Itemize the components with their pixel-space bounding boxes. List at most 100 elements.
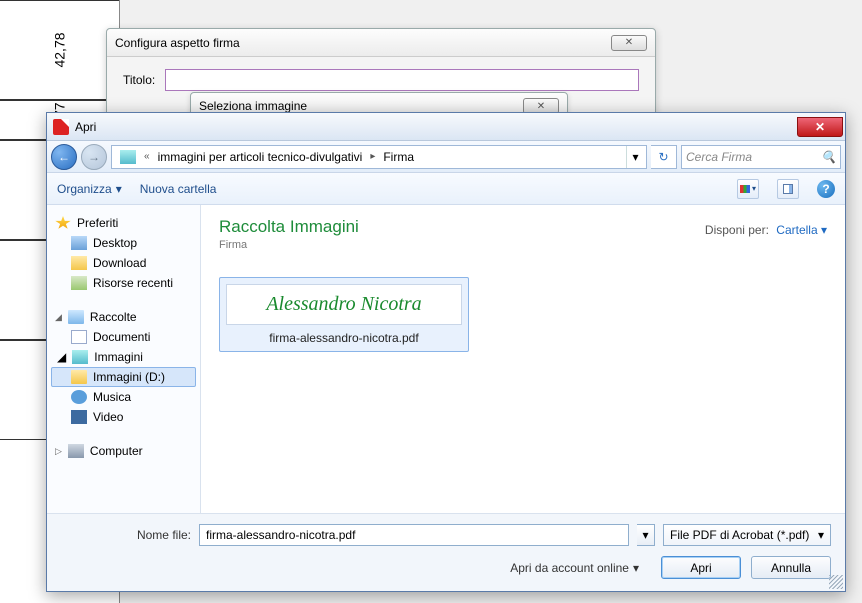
sidebar-item-images-d[interactable]: Immagini (D:) <box>51 367 196 387</box>
search-placeholder: Cerca Firma <box>686 150 752 164</box>
filename-input[interactable] <box>199 524 629 546</box>
sidebar-item-documents[interactable]: Documenti <box>51 327 196 347</box>
organize-label: Organizza <box>57 182 112 196</box>
star-icon <box>55 216 71 230</box>
pdf-icon <box>53 119 69 135</box>
chevron-right-icon: ▸ <box>370 151 375 162</box>
open-online-account-dropdown[interactable]: Apri da account online ▾ <box>510 561 639 575</box>
help-button[interactable]: ? <box>817 180 835 198</box>
file-list-area[interactable]: Raccolta Immagini Firma Disponi per: Car… <box>201 205 845 513</box>
video-icon <box>71 410 87 424</box>
chevron-down-icon: ▾ <box>752 184 756 193</box>
libraries-icon <box>68 310 84 324</box>
view-options-button[interactable]: ▾ <box>737 179 759 199</box>
computer-icon <box>68 444 84 458</box>
sidebar-group-label: Raccolte <box>90 310 137 324</box>
chevron-down-icon: ▾ <box>818 528 824 542</box>
sidebar-item-download[interactable]: Download <box>51 253 196 273</box>
arrange-label: Disponi per: <box>705 223 769 237</box>
open-button-label: Apri <box>690 561 711 575</box>
filter-value: File PDF di Acrobat (*.pdf) <box>670 528 809 542</box>
organize-button[interactable]: Organizza ▾ <box>57 182 122 196</box>
arrange-by: Disponi per: Cartella ▾ <box>705 223 827 237</box>
file-type-filter[interactable]: File PDF di Acrobat (*.pdf) ▾ <box>663 524 831 546</box>
collapse-icon: ◢ <box>55 312 62 323</box>
filename-label: Nome file: <box>61 528 191 542</box>
sidebar: Preferiti Desktop Download Risorse recen… <box>47 205 201 513</box>
sidebar-item-recent[interactable]: Risorse recenti <box>51 273 196 293</box>
pictures-icon <box>72 350 88 364</box>
recent-icon <box>71 276 87 290</box>
refresh-button[interactable]: ↻ <box>651 145 677 169</box>
bg-cell: 42,78 <box>51 32 67 67</box>
new-folder-label: Nuova cartella <box>140 182 217 196</box>
sidebar-item-label: Documenti <box>93 330 150 344</box>
expand-icon: ▷ <box>55 446 62 457</box>
breadcrumb-segment[interactable]: Firma <box>377 146 420 168</box>
breadcrumb[interactable]: « immagini per articoli tecnico-divulgat… <box>111 145 647 169</box>
library-subheading: Firma <box>219 239 827 251</box>
dialog-footer: Nome file: ▾ File PDF di Acrobat (*.pdf)… <box>47 513 845 591</box>
sidebar-item-label: Desktop <box>93 236 137 250</box>
sidebar-item-images[interactable]: ◢ Immagini <box>51 347 196 367</box>
config-dialog-title: Configura aspetto firma <box>115 36 240 50</box>
sidebar-item-music[interactable]: Musica <box>51 387 196 407</box>
config-dialog-close-button[interactable]: ✕ <box>611 35 647 51</box>
chevron-down-icon: ▾ <box>116 182 122 196</box>
music-icon <box>71 390 87 404</box>
breadcrumb-label: immagini per articoli tecnico-divulgativ… <box>158 150 363 164</box>
chevron-right-icon: « <box>144 151 150 162</box>
toolbar: Organizza ▾ Nuova cartella ▾ ? <box>47 173 845 205</box>
resize-grip[interactable] <box>829 575 843 589</box>
online-label: Apri da account online <box>510 561 629 575</box>
cancel-button-label: Annulla <box>771 561 811 575</box>
download-icon <box>71 256 87 270</box>
arrange-by-dropdown[interactable]: Cartella ▾ <box>776 223 827 237</box>
sidebar-item-label: Immagini (D:) <box>93 370 165 384</box>
nav-forward-button[interactable]: → <box>81 144 107 170</box>
pictures-icon <box>120 150 136 164</box>
titolo-label: Titolo: <box>123 73 155 87</box>
open-dialog-title: Apri <box>75 120 96 134</box>
search-input[interactable]: Cerca Firma 🔍 <box>681 145 841 169</box>
sidebar-group-label: Computer <box>90 444 143 458</box>
sidebar-item-label: Video <box>93 410 123 424</box>
select-image-title: Seleziona immagine <box>199 99 307 113</box>
collapse-icon: ◢ <box>57 350 66 364</box>
titolo-input[interactable] <box>165 69 639 91</box>
open-file-dialog: Apri ✕ ← → « immagini per articoli tecni… <box>46 112 846 592</box>
cancel-button[interactable]: Annulla <box>751 556 831 579</box>
sidebar-group-label: Preferiti <box>77 216 118 230</box>
preview-pane-icon <box>783 184 793 194</box>
breadcrumb-label: Firma <box>383 150 414 164</box>
folder-icon <box>71 370 87 384</box>
open-button[interactable]: Apri <box>661 556 741 579</box>
sidebar-item-desktop[interactable]: Desktop <box>51 233 196 253</box>
preview-pane-button[interactable] <box>777 179 799 199</box>
search-icon: 🔍 <box>821 150 836 164</box>
arrange-value: Cartella <box>776 223 817 237</box>
sidebar-item-label: Immagini <box>94 350 143 364</box>
breadcrumb-segment[interactable]: immagini per articoli tecnico-divulgativ… <box>152 146 369 168</box>
sidebar-item-label: Risorse recenti <box>93 276 173 290</box>
nav-bar: ← → « immagini per articoli tecnico-divu… <box>47 141 845 173</box>
new-folder-button[interactable]: Nuova cartella <box>140 182 217 196</box>
sidebar-item-label: Download <box>93 256 146 270</box>
sidebar-group-computer[interactable]: ▷ Computer <box>51 441 196 461</box>
open-dialog-titlebar[interactable]: Apri ✕ <box>47 113 845 141</box>
view-icon <box>740 185 750 193</box>
sidebar-item-video[interactable]: Video <box>51 407 196 427</box>
chevron-down-icon: ▾ <box>633 561 639 575</box>
file-name: firma-alessandro-nicotra.pdf <box>226 331 462 345</box>
desktop-icon <box>71 236 87 250</box>
sidebar-group-libraries[interactable]: ◢ Raccolte <box>51 307 196 327</box>
documents-icon <box>71 330 87 344</box>
sidebar-item-label: Musica <box>93 390 131 404</box>
open-dialog-close-button[interactable]: ✕ <box>797 117 843 137</box>
breadcrumb-dropdown[interactable]: ▾ <box>626 146 644 168</box>
filename-dropdown[interactable]: ▾ <box>637 524 655 546</box>
file-item[interactable]: Alessandro Nicotra firma-alessandro-nico… <box>219 277 469 352</box>
file-thumbnail: Alessandro Nicotra <box>226 284 462 325</box>
nav-back-button[interactable]: ← <box>51 144 77 170</box>
sidebar-group-favorites[interactable]: Preferiti <box>51 213 196 233</box>
